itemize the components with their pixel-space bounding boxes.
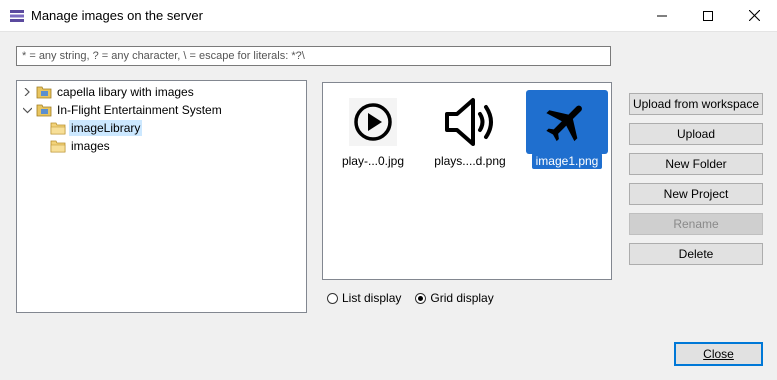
title-bar: Manage images on the server <box>0 0 777 32</box>
grid-item-caption: plays....d.png <box>434 154 506 168</box>
grid-item-caption: play-...0.jpg <box>341 154 405 168</box>
new-project-button[interactable]: New Project <box>629 183 763 205</box>
tree-item-label: In-Flight Entertainment System <box>57 103 222 117</box>
radio-unchecked-icon[interactable] <box>327 292 338 304</box>
radio-label: List display <box>342 291 402 305</box>
tree-item-imagelibrary[interactable]: imageLibrary <box>35 119 143 137</box>
close-icon <box>748 10 760 21</box>
app-icon <box>10 10 24 22</box>
window-close-button[interactable] <box>731 0 777 31</box>
tree-item-in-flight-entertainment[interactable]: In-Flight Entertainment System <box>21 101 224 119</box>
filter-input[interactable]: * = any string, ? = any character, \ = e… <box>16 46 611 66</box>
tree-item-label: imageLibrary <box>69 120 143 136</box>
folder-icon <box>50 122 66 135</box>
speaker-icon <box>445 98 493 146</box>
thumbnail <box>429 90 511 154</box>
upload-button[interactable]: Upload <box>629 123 763 145</box>
grid-item-caption: image1.png <box>526 153 608 169</box>
minimize-button[interactable] <box>639 0 685 31</box>
grid-item-play-image[interactable]: play-...0.jpg <box>332 90 414 174</box>
close-button-label: Close <box>703 347 734 361</box>
project-folder-icon <box>36 104 52 117</box>
folder-icon <box>50 140 66 153</box>
grid-item-speaker-image[interactable]: plays....d.png <box>429 90 511 174</box>
maximize-icon <box>703 10 713 21</box>
maximize-button[interactable] <box>685 0 731 31</box>
airplane-icon <box>546 105 582 142</box>
radio-checked-icon[interactable] <box>415 292 427 304</box>
minimize-icon <box>657 15 667 16</box>
chevron-down-icon[interactable] <box>21 104 33 116</box>
list-display-radio[interactable]: List display <box>327 291 401 305</box>
thumbnail <box>332 90 414 154</box>
grid-item-airplane-image[interactable]: image1.png <box>526 90 608 174</box>
tree-item-label: capella libary with images <box>57 85 194 99</box>
thumbnail <box>526 90 608 154</box>
radio-label: Grid display <box>430 291 494 305</box>
grid-display-radio[interactable]: Grid display <box>415 291 494 305</box>
delete-button[interactable]: Delete <box>629 243 763 265</box>
folder-tree[interactable]: capella libary with images In-Flight Ent… <box>16 80 307 313</box>
chevron-right-icon[interactable] <box>21 86 33 98</box>
rename-button[interactable]: Rename <box>629 213 763 235</box>
tree-item-label: images <box>71 139 110 153</box>
tree-item-images[interactable]: images <box>35 137 112 155</box>
tree-item-capella-library[interactable]: capella libary with images <box>21 83 196 101</box>
new-folder-button[interactable]: New Folder <box>629 153 763 175</box>
window-title: Manage images on the server <box>31 8 203 23</box>
project-folder-icon <box>36 86 52 99</box>
upload-from-workspace-button[interactable]: Upload from workspace <box>629 93 763 115</box>
close-button[interactable]: Close <box>674 342 763 366</box>
display-mode-group: List display Grid display <box>327 291 508 305</box>
play-circle-icon <box>349 98 397 146</box>
image-grid[interactable]: play-...0.jpg plays....d.png image1.png <box>322 82 612 280</box>
